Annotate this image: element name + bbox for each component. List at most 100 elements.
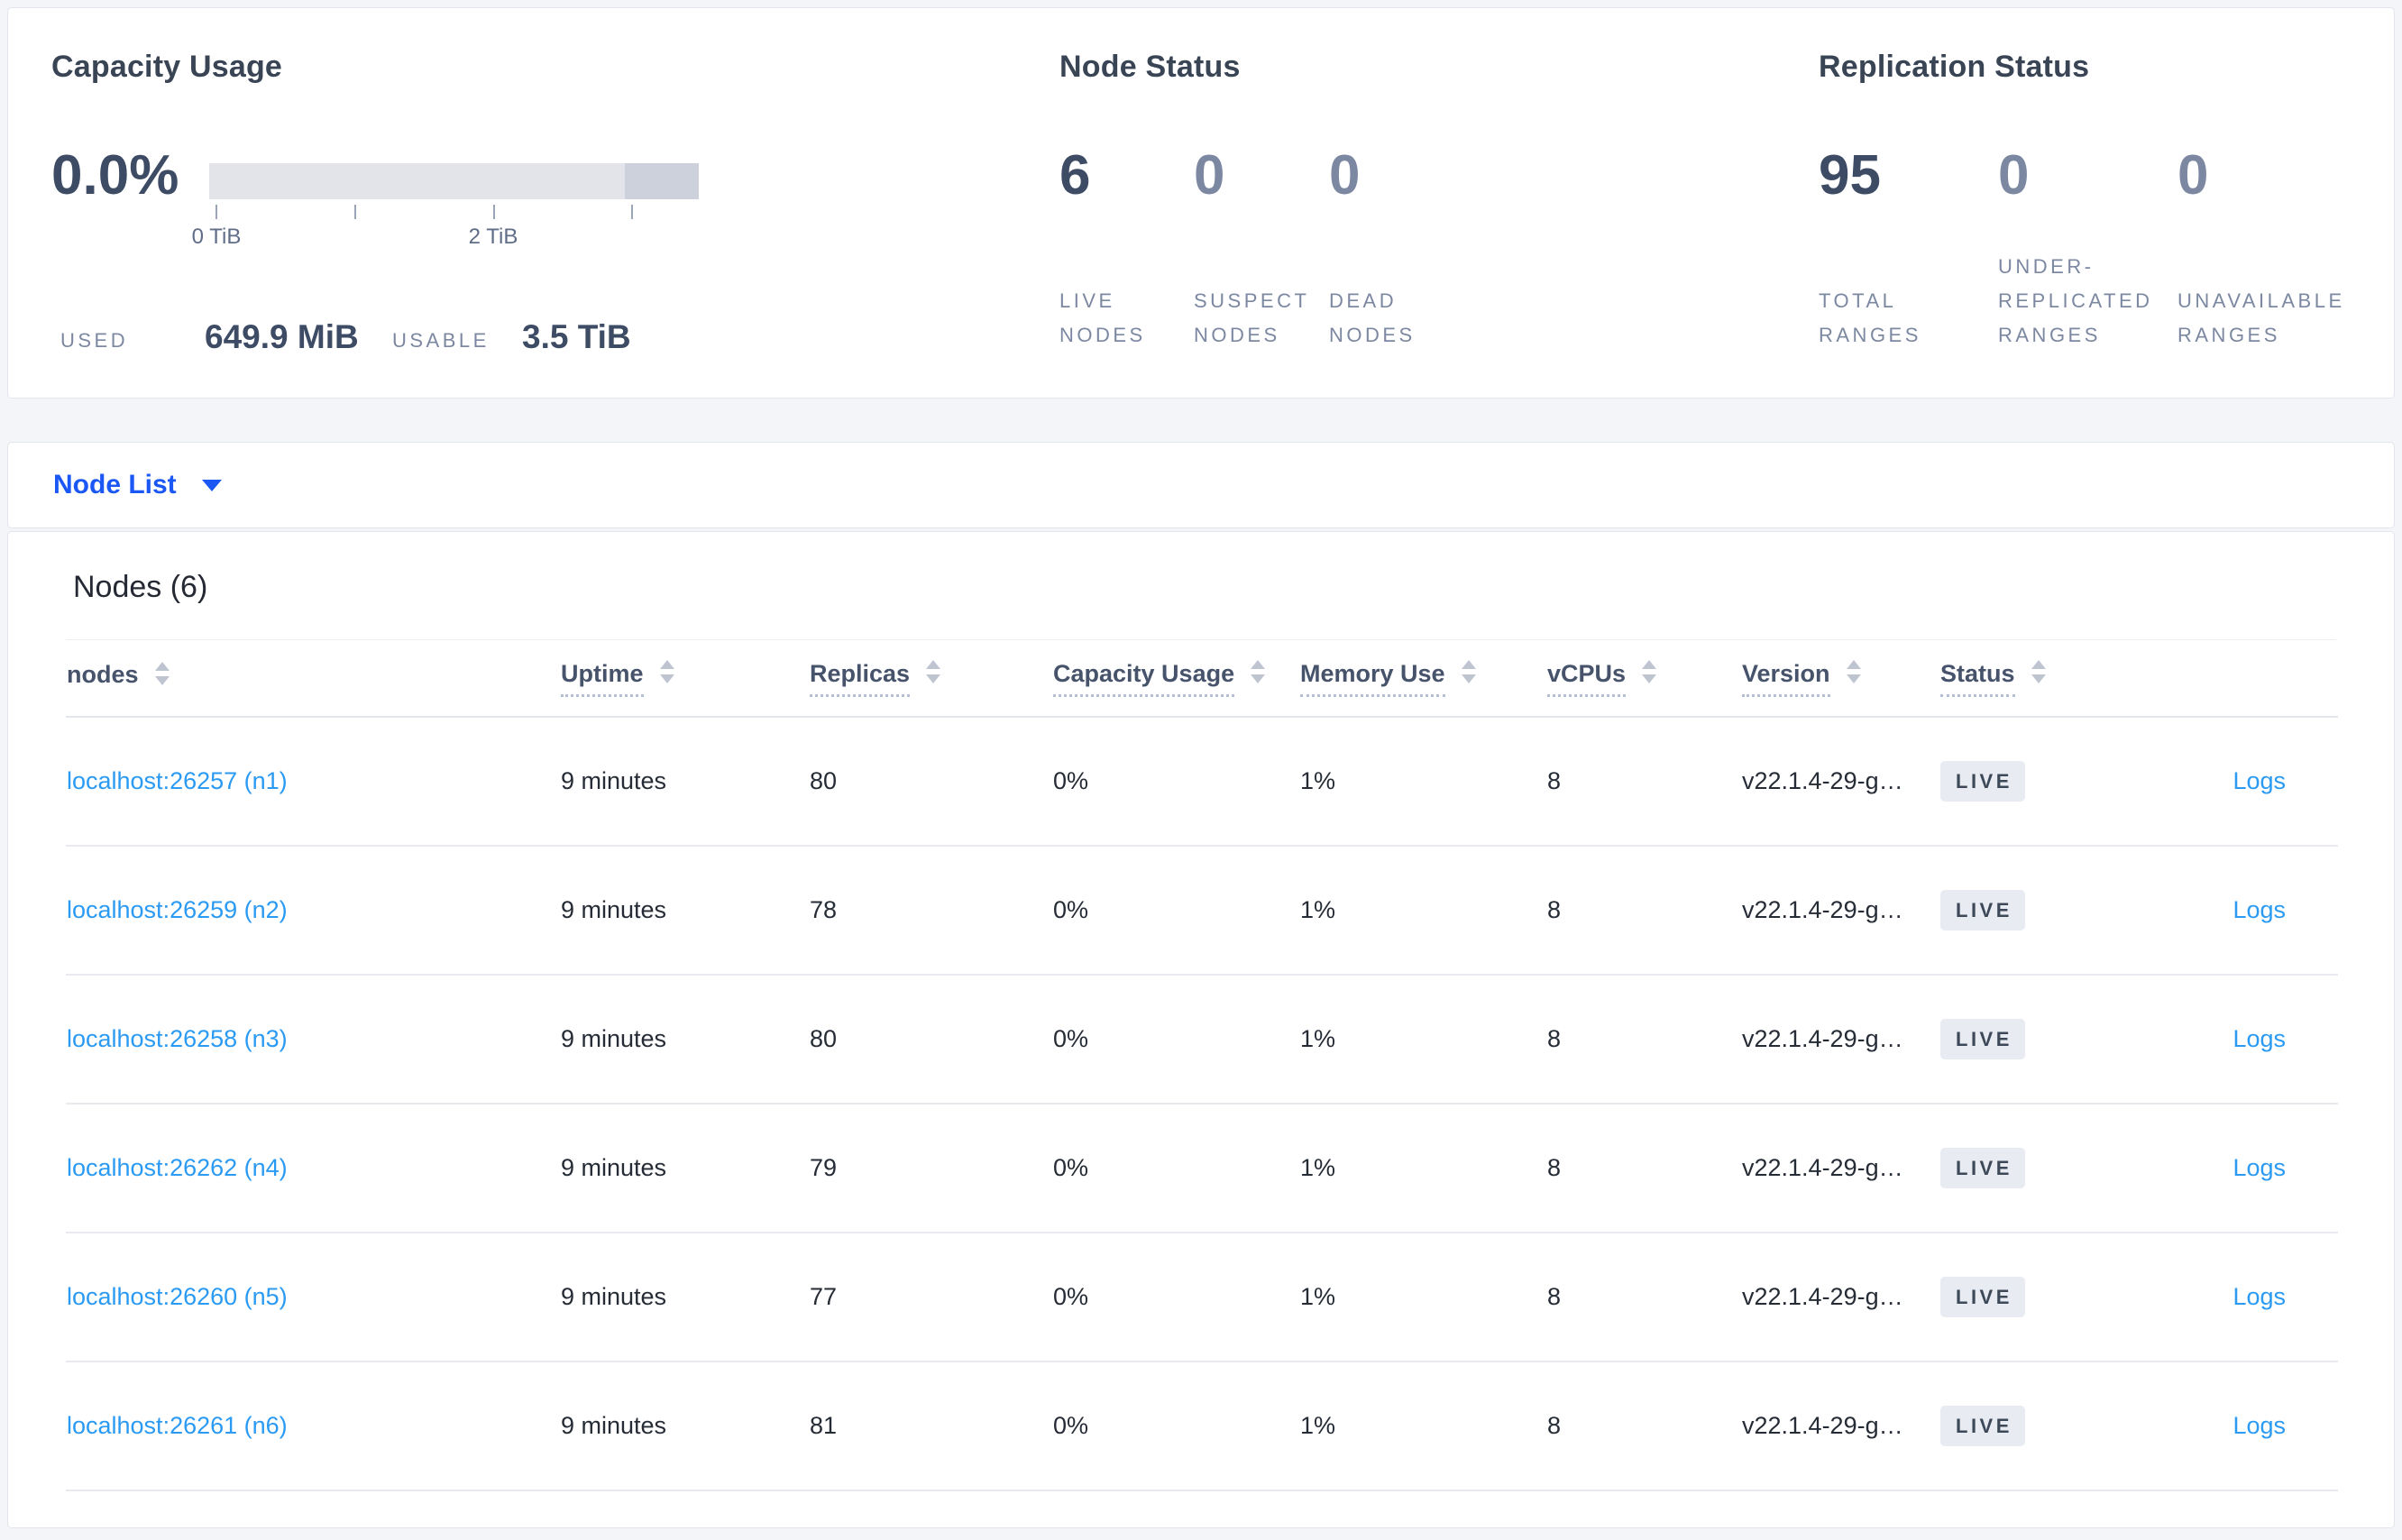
- logs-link[interactable]: Logs: [2232, 896, 2286, 923]
- status-badge: LIVE: [1940, 1148, 2025, 1188]
- header-capacity-usage[interactable]: Capacity Usage: [1052, 640, 1299, 718]
- memory-cell: 1%: [1299, 1361, 1546, 1491]
- version-cell: v22.1.4-29-g…: [1741, 1361, 1939, 1491]
- capacity-cell: 0%: [1052, 846, 1299, 976]
- sort-arrows-icon: [926, 660, 941, 684]
- header-nodes[interactable]: nodes: [66, 640, 560, 718]
- dead-nodes-label: DEAD NODES: [1329, 289, 1416, 346]
- header-vcpus[interactable]: vCPUs: [1546, 640, 1741, 718]
- header-uptime[interactable]: Uptime: [560, 640, 809, 718]
- node-link[interactable]: localhost:26257 (n1): [67, 767, 288, 794]
- table-header-row: nodes Uptime Replicas Capacity Usage Mem…: [66, 640, 2338, 718]
- logs-link[interactable]: Logs: [2232, 1025, 2286, 1052]
- logs-link[interactable]: Logs: [2232, 1154, 2286, 1181]
- sort-arrows-icon: [1642, 660, 1657, 684]
- under-replicated-count: 0: [1998, 144, 2030, 206]
- suspect-nodes-label: SUSPECT NODES: [1194, 289, 1310, 346]
- table-row: localhost:26260 (n5) 9 minutes 77 0% 1% …: [66, 1233, 2338, 1362]
- replicas-cell: 81: [809, 1361, 1052, 1491]
- node-link[interactable]: localhost:26261 (n6): [67, 1412, 288, 1439]
- sort-arrows-icon: [1461, 660, 1476, 684]
- axis-tick-label: 0 TiB: [191, 225, 242, 249]
- replicas-cell: 77: [809, 1233, 1052, 1362]
- memory-cell: 1%: [1299, 1104, 1546, 1233]
- usable-value: 3.5 TiB: [522, 318, 631, 355]
- vcpus-cell: 8: [1546, 717, 1741, 847]
- uptime-cell: 9 minutes: [560, 1361, 809, 1491]
- sort-arrows-icon: [154, 661, 170, 685]
- axis-tick: [493, 205, 495, 219]
- unavailable-count: 0: [2177, 144, 2209, 206]
- axis-tick: [631, 205, 633, 219]
- version-cell: v22.1.4-29-g…: [1741, 975, 1939, 1105]
- table-row: localhost:26258 (n3) 9 minutes 80 0% 1% …: [66, 975, 2338, 1105]
- logs-link[interactable]: Logs: [2232, 767, 2286, 794]
- sort-arrows-icon: [659, 660, 674, 684]
- node-link[interactable]: localhost:26262 (n4): [67, 1154, 288, 1181]
- header-version[interactable]: Version: [1741, 640, 1939, 718]
- uptime-cell: 9 minutes: [560, 1233, 809, 1362]
- suspect-nodes-count: 0: [1194, 144, 1225, 206]
- total-ranges-count: 95: [1819, 144, 1881, 206]
- capacity-usage-title: Capacity Usage: [51, 50, 283, 84]
- node-link[interactable]: localhost:26258 (n3): [67, 1025, 288, 1052]
- memory-cell: 1%: [1299, 975, 1546, 1105]
- capacity-cell: 0%: [1052, 975, 1299, 1105]
- sort-arrows-icon: [1251, 660, 1266, 684]
- replicas-cell: 80: [809, 975, 1052, 1105]
- capacity-usage-bar: [209, 163, 699, 199]
- status-badge: LIVE: [1940, 890, 2025, 930]
- header-replicas[interactable]: Replicas: [809, 640, 1052, 718]
- uptime-cell: 9 minutes: [560, 717, 809, 847]
- capacity-cell: 0%: [1052, 1361, 1299, 1491]
- status-badge: LIVE: [1940, 1019, 2025, 1059]
- cluster-overview-card: Capacity Usage 0.0% 0 TiB 2 TiB USED 649…: [7, 7, 2395, 399]
- chevron-down-icon: [201, 479, 222, 491]
- capacity-cell: 0%: [1052, 1104, 1299, 1233]
- vcpus-cell: 8: [1546, 1233, 1741, 1362]
- vcpus-cell: 8: [1546, 975, 1741, 1105]
- nodes-table-card: Nodes (6) nodes Uptime Replicas Capacity…: [7, 531, 2395, 1528]
- sort-arrows-icon: [1846, 660, 1861, 684]
- axis-tick: [354, 205, 356, 219]
- node-status-title: Node Status: [1059, 50, 1241, 84]
- status-badge: LIVE: [1940, 1277, 2025, 1317]
- vcpus-cell: 8: [1546, 1361, 1741, 1491]
- vcpus-cell: 8: [1546, 1104, 1741, 1233]
- under-replicated-label: UNDER-REPLICATED RANGES: [1998, 255, 2153, 346]
- header-memory-use[interactable]: Memory Use: [1299, 640, 1546, 718]
- memory-cell: 1%: [1299, 717, 1546, 847]
- dead-nodes-count: 0: [1329, 144, 1361, 206]
- memory-cell: 1%: [1299, 846, 1546, 976]
- axis-tick: [215, 205, 217, 219]
- capacity-used-percent: 0.0%: [51, 144, 179, 206]
- capacity-bar-dark-segment: [625, 163, 699, 199]
- live-nodes-count: 6: [1059, 144, 1091, 206]
- uptime-cell: 9 minutes: [560, 1104, 809, 1233]
- status-badge: LIVE: [1940, 1406, 2025, 1446]
- logs-link[interactable]: Logs: [2232, 1283, 2286, 1310]
- header-logs: [2129, 640, 2338, 718]
- sort-arrows-icon: [2031, 660, 2046, 684]
- used-value: 649.9 MiB: [205, 318, 359, 355]
- node-link[interactable]: localhost:26260 (n5): [67, 1283, 288, 1310]
- node-link[interactable]: localhost:26259 (n2): [67, 896, 288, 923]
- header-status[interactable]: Status: [1939, 640, 2129, 718]
- live-nodes-label: LIVE NODES: [1059, 289, 1146, 346]
- replicas-cell: 79: [809, 1104, 1052, 1233]
- view-selector-bar: Node List: [7, 442, 2395, 528]
- memory-cell: 1%: [1299, 1233, 1546, 1362]
- table-row: localhost:26257 (n1) 9 minutes 80 0% 1% …: [66, 717, 2338, 847]
- nodes-table: nodes Uptime Replicas Capacity Usage Mem…: [66, 640, 2338, 1491]
- version-cell: v22.1.4-29-g…: [1741, 1233, 1939, 1362]
- version-cell: v22.1.4-29-g…: [1741, 717, 1939, 847]
- vcpus-cell: 8: [1546, 846, 1741, 976]
- version-cell: v22.1.4-29-g…: [1741, 1104, 1939, 1233]
- used-label: USED: [60, 329, 129, 352]
- logs-link[interactable]: Logs: [2232, 1412, 2286, 1439]
- axis-tick-label: 2 TiB: [468, 225, 518, 249]
- replicas-cell: 80: [809, 717, 1052, 847]
- unavailable-label: UNAVAILABLE RANGES: [2177, 289, 2345, 346]
- node-list-dropdown[interactable]: Node List: [53, 443, 222, 527]
- usable-label: USABLE: [392, 329, 490, 352]
